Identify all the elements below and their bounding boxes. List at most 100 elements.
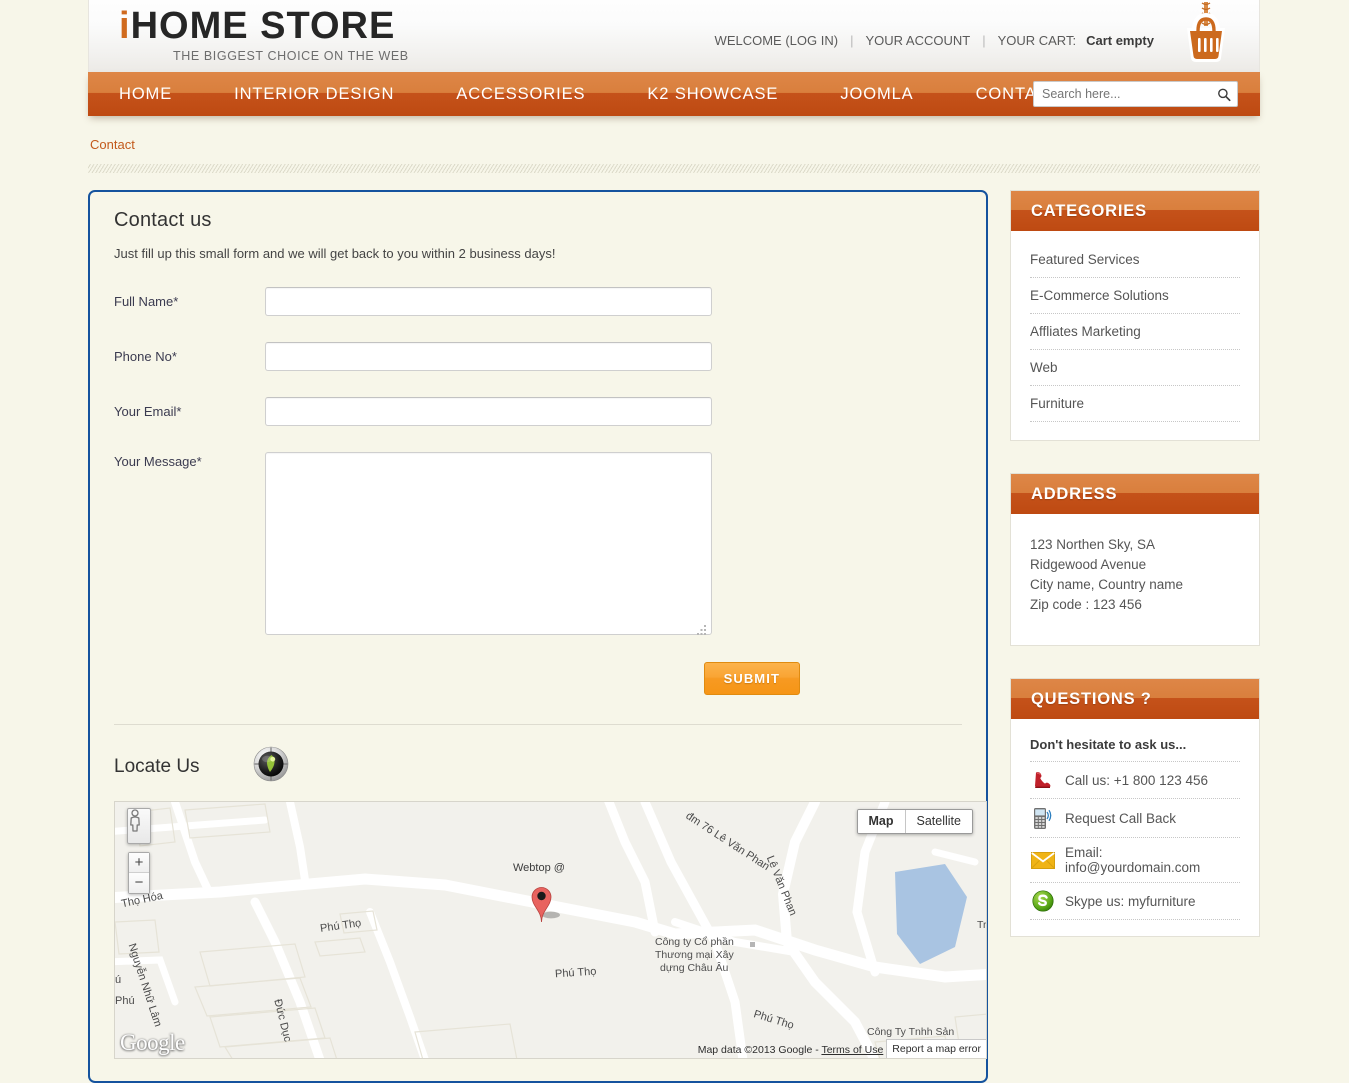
page-wrapper: iHOME STORE THE BIGGEST CHOICE ON THE WE… <box>88 0 1260 1083</box>
address-module-body: 123 Northen Sky, SA Ridgewood Avenue Cit… <box>1011 514 1259 645</box>
questions-item-label: Call us: +1 800 123 456 <box>1065 772 1208 788</box>
contact-intro-text: Just fill up this small form and we will… <box>114 246 556 261</box>
search-button[interactable] <box>1211 82 1237 106</box>
map-zoom-in-button[interactable]: + <box>129 853 149 873</box>
map-type-map-button[interactable]: Map <box>857 810 905 833</box>
category-link-affliates-marketing[interactable]: Affliates Marketing <box>1030 324 1141 339</box>
section-divider <box>114 724 962 725</box>
nav-item-home[interactable]: HOME <box>88 72 203 116</box>
page-title: Contact us <box>114 209 212 231</box>
location-map[interactable]: Thọ Hóa Phú Thọ Nguyễn Nhữ Lâm Đức Dục P… <box>114 801 987 1059</box>
header-utility-links: WELCOME (LOG IN) | YOUR ACCOUNT | YOUR CART:… <box>715 33 1154 48</box>
map-street-label: Phú <box>115 995 135 1007</box>
label-your-message: Your Message* <box>114 454 202 469</box>
categories-list: Featured Services E-Commerce Solutions A… <box>1030 251 1240 422</box>
address-line: Zip code : 123 456 <box>1030 597 1142 612</box>
logo-accent-letter: i <box>119 5 131 47</box>
map-poi-label: Trị <box>977 919 987 931</box>
label-full-name: Full Name* <box>114 294 179 309</box>
nav-item-joomla[interactable]: JOOMLA <box>809 72 944 116</box>
map-poi-label: Công ty Cổ phần <box>655 936 734 948</box>
your-email-input[interactable] <box>265 397 712 426</box>
map-terms-link[interactable]: Terms of Use <box>821 1044 883 1056</box>
search-box[interactable] <box>1033 81 1238 107</box>
questions-module-title: QUESTIONS ? <box>1011 679 1259 719</box>
address-module-title: ADDRESS <box>1011 474 1259 514</box>
map-type-switcher[interactable]: Map Satellite <box>856 809 973 834</box>
questions-lead-text: Don't hesitate to ask us... <box>1030 737 1240 762</box>
your-cart-label: YOUR CART: <box>997 33 1077 48</box>
category-link-furniture[interactable]: Furniture <box>1030 396 1084 411</box>
nav-item-k2-showcase[interactable]: K2 SHOWCASE <box>616 72 809 116</box>
list-item[interactable]: Featured Services <box>1030 251 1240 278</box>
logo-tagline: THE BIGGEST CHOICE ON THE WEB <box>173 49 409 63</box>
login-link[interactable]: WELCOME (LOG IN) <box>715 33 839 48</box>
your-account-link[interactable]: YOUR ACCOUNT <box>865 33 970 48</box>
hatched-divider <box>88 164 1260 173</box>
map-street-label: ú <box>115 974 122 986</box>
list-item[interactable]: E-Commerce Solutions <box>1030 287 1240 314</box>
map-attribution-text: Map data ©2013 Google - Terms of Use <box>694 1042 887 1058</box>
shopping-basket-icon[interactable] <box>1175 0 1237 70</box>
questions-module: QUESTIONS ? Don't hesitate to ask us... <box>1010 678 1260 937</box>
map-marker-icon[interactable] <box>530 879 560 923</box>
street-view-pegman-icon[interactable] <box>127 808 151 844</box>
map-poi-label: Thương mại Xây <box>655 949 734 961</box>
label-your-email: Your Email* <box>114 404 182 419</box>
full-name-input[interactable] <box>265 287 712 316</box>
category-link-featured-services[interactable]: Featured Services <box>1030 252 1140 267</box>
address-module: ADDRESS 123 Northen Sky, SA Ridgewood Av… <box>1010 473 1260 646</box>
submit-row: SUBMIT <box>114 662 962 695</box>
google-watermark: Google <box>120 1030 185 1055</box>
nav-link-accessories[interactable]: ACCESSORIES <box>425 72 616 116</box>
submit-button[interactable]: SUBMIT <box>703 662 800 695</box>
nav-link-joomla[interactable]: JOOMLA <box>809 72 944 116</box>
map-report-error-link[interactable]: Report a map error <box>886 1039 986 1058</box>
message-textarea-wrapper <box>265 452 712 640</box>
mobile-phone-icon <box>1030 806 1056 830</box>
address-line: 123 Northen Sky, SA <box>1030 537 1156 552</box>
list-item[interactable]: Request Call Back <box>1030 799 1240 838</box>
map-zoom-controls[interactable]: + − <box>128 852 150 894</box>
category-link-web[interactable]: Web <box>1030 360 1058 375</box>
categories-module: CATEGORIES Featured Services E-Commerce … <box>1010 190 1260 441</box>
form-row-message: Your Message* <box>114 452 962 640</box>
map-poi-label: Công Ty Tnhh Sản <box>867 1026 955 1038</box>
phone-no-input[interactable] <box>265 342 712 371</box>
list-item[interactable]: Web <box>1030 359 1240 386</box>
nav-item-accessories[interactable]: ACCESSORIES <box>425 72 616 116</box>
contact-content-panel: Contact us Just fill up this small form … <box>88 190 988 1083</box>
label-phone-no: Phone No* <box>114 349 177 364</box>
form-row-email: Your Email* <box>114 397 962 426</box>
list-item[interactable]: Email: info@yourdomain.com <box>1030 838 1240 883</box>
nav-link-home[interactable]: HOME <box>88 72 203 116</box>
category-link-ecommerce-solutions[interactable]: E-Commerce Solutions <box>1030 288 1169 303</box>
logo-main-text: HOME STORE <box>130 5 396 47</box>
your-message-textarea[interactable] <box>265 452 712 635</box>
map-marker-label: Webtop @ <box>513 862 565 874</box>
compass-icon <box>253 746 289 787</box>
nav-item-interior-design[interactable]: INTERIOR DESIGN <box>203 72 425 116</box>
breadcrumb-current[interactable]: Contact <box>90 137 135 152</box>
map-zoom-out-button[interactable]: − <box>129 873 149 893</box>
map-type-satellite-button[interactable]: Satellite <box>904 810 972 833</box>
main-navigation: HOME INTERIOR DESIGN ACCESSORIES K2 SHOW… <box>88 72 1260 116</box>
site-logo[interactable]: iHOME STORE THE BIGGEST CHOICE ON THE WE… <box>119 7 409 63</box>
list-item[interactable]: Furniture <box>1030 395 1240 422</box>
list-item[interactable]: Call us: +1 800 123 456 <box>1030 762 1240 799</box>
map-poi-label: dựng Châu Âu <box>660 962 729 974</box>
address-line: Ridgewood Avenue <box>1030 557 1147 572</box>
list-item[interactable]: Skype us: myfurniture <box>1030 883 1240 920</box>
sidebar: CATEGORIES Featured Services E-Commerce … <box>1010 190 1260 969</box>
list-item[interactable]: Affliates Marketing <box>1030 323 1240 350</box>
locate-us-title: Locate Us <box>114 755 200 777</box>
nav-link-k2-showcase[interactable]: K2 SHOWCASE <box>616 72 809 116</box>
map-copyright-text: Map data ©2013 Google - <box>697 1044 822 1056</box>
search-input[interactable] <box>1034 87 1211 101</box>
link-separator-1: | <box>850 33 854 48</box>
address-line: City name, Country name <box>1030 577 1184 592</box>
nav-link-interior-design[interactable]: INTERIOR DESIGN <box>203 72 425 116</box>
questions-item-label: Email: info@yourdomain.com <box>1065 845 1201 875</box>
link-separator-2: | <box>982 33 986 48</box>
cart-status-text: Cart empty <box>1086 33 1154 48</box>
